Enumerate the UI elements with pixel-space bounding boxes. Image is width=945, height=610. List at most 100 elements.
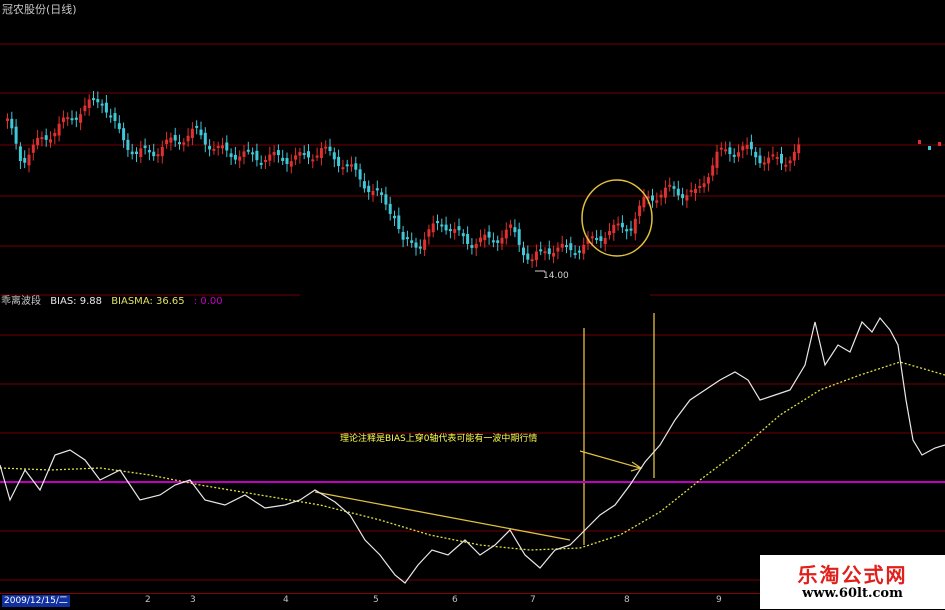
candle-body <box>453 229 457 233</box>
candle-body <box>70 118 74 121</box>
candle-body <box>238 156 242 161</box>
candle-body <box>663 187 667 198</box>
candle-body <box>625 229 629 232</box>
candle-body <box>345 164 349 167</box>
candle-body <box>504 229 508 239</box>
candle-body <box>285 157 289 164</box>
candle-body <box>397 215 401 229</box>
candle-body <box>152 151 156 157</box>
month-tick: 4 <box>283 595 289 605</box>
candle-body <box>186 135 190 142</box>
candle-body <box>53 132 57 137</box>
candle-body <box>212 148 216 151</box>
candle-body <box>513 227 517 233</box>
candle-body <box>190 128 194 139</box>
candle-body <box>104 102 108 113</box>
watermark-title: 乐淘公式网 <box>797 563 908 587</box>
candle-body <box>491 240 495 243</box>
candle-body <box>233 154 237 160</box>
candle-body <box>668 184 672 187</box>
candle-body <box>79 114 83 123</box>
candle-body <box>216 145 220 148</box>
candle-body <box>711 165 715 176</box>
candle-body <box>23 157 27 163</box>
annotation-note: 理论注释是BIAS上穿0轴代表可能有一波中期行情 <box>340 434 538 444</box>
watermark-url: www.60lt.com <box>802 586 903 601</box>
candle-body <box>638 205 642 217</box>
candle-body <box>633 218 637 234</box>
candle-body <box>457 226 461 231</box>
indicator-legend: 乖离波段 BIAS: 9.88 BIASMA: 36.65 : 0.00 <box>1 292 229 307</box>
candle-body <box>87 99 91 108</box>
candle-body <box>281 157 285 161</box>
candle-body <box>754 151 758 158</box>
candle-body <box>436 221 439 224</box>
candle-body <box>655 200 659 203</box>
candle-body <box>405 237 409 240</box>
candle-body <box>676 188 680 196</box>
candle-body <box>918 140 921 144</box>
candle-body <box>380 192 384 196</box>
candle-body <box>749 141 753 150</box>
candle-body <box>221 145 224 149</box>
candle-body <box>229 153 233 158</box>
candle-body <box>350 164 353 167</box>
candle-body <box>96 99 100 103</box>
candle-body <box>367 185 371 193</box>
candle-body <box>61 117 65 123</box>
candle-body <box>173 135 177 141</box>
candle-body <box>375 188 379 191</box>
candle-body <box>732 154 736 157</box>
candle-body <box>14 126 18 144</box>
candle-body <box>767 157 771 164</box>
current-date-label: 2009/12/15/二 <box>2 595 70 607</box>
candle-body <box>100 103 104 106</box>
indicator-name: 乖离波段 <box>1 296 41 307</box>
candle-body <box>393 215 396 219</box>
candle-body <box>264 159 267 162</box>
candle-body <box>135 151 138 155</box>
candle-body <box>302 153 306 156</box>
candle-body <box>10 118 14 129</box>
candle-body <box>590 236 594 239</box>
candle-body <box>354 163 358 170</box>
candle-body <box>384 194 388 205</box>
candle-body <box>276 150 280 156</box>
candle-body <box>36 137 40 146</box>
candle-body <box>268 154 272 161</box>
candle-body <box>694 188 697 194</box>
candle-body <box>741 146 745 151</box>
candle-body <box>466 233 470 244</box>
month-tick: 3 <box>190 595 196 605</box>
candle-body <box>126 139 130 150</box>
candle-body <box>358 169 362 180</box>
candle-body <box>496 240 500 243</box>
candle-body <box>311 159 315 162</box>
candle-body <box>797 144 801 154</box>
candle-body <box>169 137 173 143</box>
candle-body <box>620 222 624 228</box>
candle-body <box>771 154 775 157</box>
candle-body <box>728 147 732 155</box>
bias-value: BIAS: 9.88 <box>50 296 102 307</box>
candle-body <box>332 152 336 160</box>
candle-body <box>603 237 607 244</box>
candle-body <box>418 246 422 249</box>
candle-body <box>242 151 246 157</box>
candle-body <box>599 236 603 241</box>
candle-body <box>74 117 78 120</box>
candle-body <box>702 183 706 188</box>
candle-body <box>328 146 332 151</box>
window-title: 冠农股份(日线) <box>2 3 77 16</box>
candle-body <box>440 224 444 227</box>
candle-body <box>431 223 435 233</box>
candle-body <box>547 248 551 255</box>
candle-body <box>199 129 203 136</box>
candle-body <box>414 242 418 248</box>
candle-body <box>92 98 95 101</box>
candle-body <box>57 123 61 136</box>
month-tick: 2 <box>145 595 151 605</box>
candle-body <box>444 224 448 231</box>
candle-body <box>526 253 530 260</box>
candle-body <box>745 144 749 149</box>
